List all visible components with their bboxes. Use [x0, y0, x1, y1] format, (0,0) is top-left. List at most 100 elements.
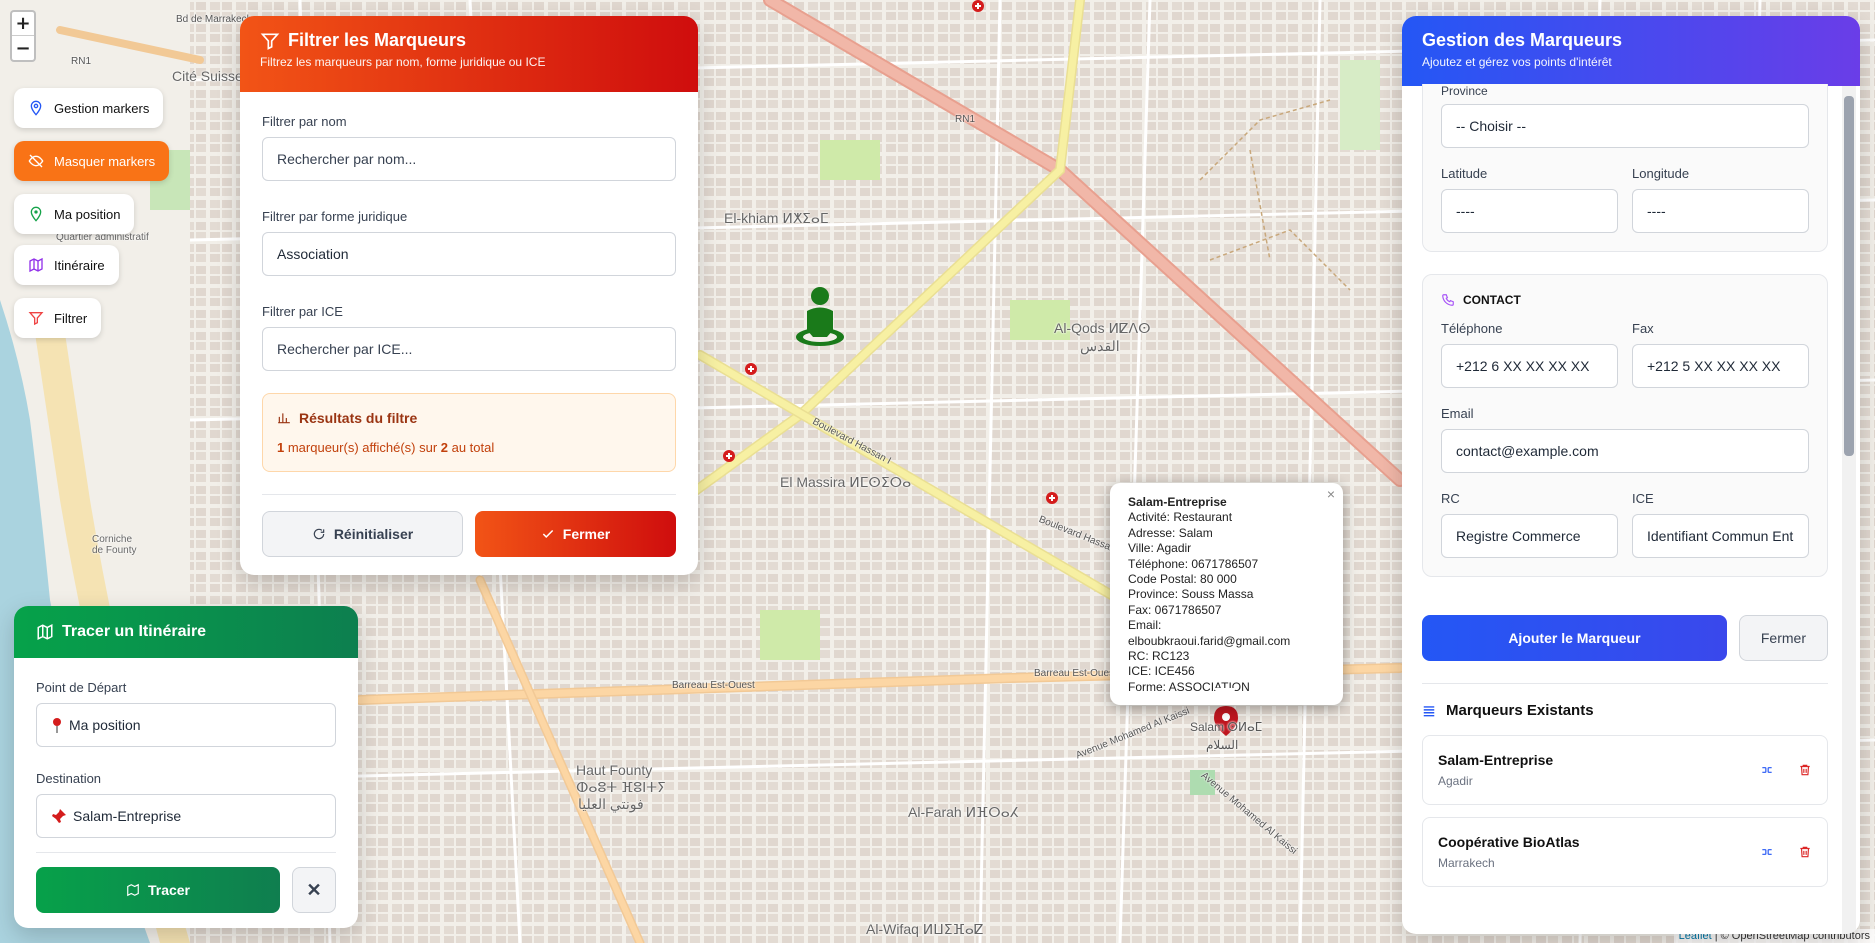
location-card: Province -- Choisir -- Latitude ---- Lon…: [1422, 84, 1828, 252]
filter-name-input[interactable]: Rechercher par nom...: [262, 137, 676, 181]
popup-line: Activité: Restaurant: [1128, 510, 1233, 525]
popup-line: Ville: Agadir: [1128, 541, 1192, 556]
map-label: Barreau Est-Ouest: [1034, 668, 1117, 679]
results-text-end: au total: [448, 440, 495, 455]
longitude-label: Longitude: [1632, 166, 1690, 181]
map-icon: [29, 257, 43, 273]
button-label: Gestion markers: [54, 100, 150, 116]
add-marker-button[interactable]: Ajouter le Marqueur: [1422, 615, 1727, 661]
results-title: Résultats du filtre: [299, 410, 418, 426]
filtrer-button[interactable]: Filtrer: [14, 298, 102, 338]
trace-label: Tracer: [147, 882, 191, 898]
fax-input[interactable]: +212 5 XX XX XX XX: [1632, 344, 1809, 388]
marker-item-name: Coopérative BioAtlas: [1438, 834, 1580, 850]
ice-label: ICE: [1632, 491, 1654, 506]
map-label: Cité Suisse: [172, 68, 243, 84]
map-label: RN1: [71, 56, 92, 67]
map-label: ⵀⴰⵓⵜ ⴼⵓⵏⵜⵢ: [576, 779, 666, 795]
map-label: السلام: [1206, 738, 1239, 752]
route-icon[interactable]: [1760, 763, 1774, 777]
bar-chart-icon: [278, 413, 290, 424]
ma-position-button[interactable]: Ma position: [14, 194, 135, 234]
marker-list-item[interactable]: Coopérative BioAtlas Marrakech: [1422, 817, 1828, 887]
itineraire-button[interactable]: Itinéraire: [14, 245, 119, 285]
fax-label: Fax: [1632, 321, 1654, 336]
longitude-input[interactable]: ----: [1632, 189, 1809, 233]
zoom-in-button[interactable]: +: [12, 12, 34, 36]
start-label: Point de Départ: [36, 680, 127, 695]
gestion-markers-button[interactable]: Gestion markers: [14, 88, 164, 128]
email-input[interactable]: contact@example.com: [1441, 429, 1809, 473]
close-markers-button[interactable]: Fermer: [1738, 615, 1828, 661]
rc-label: RC: [1441, 491, 1460, 506]
location-icon: [30, 206, 42, 222]
marker-item-name: Salam-Entreprise: [1438, 752, 1554, 768]
map-label: El Massira ⵍⵎⵙⵉⵔⴰ: [780, 474, 912, 490]
filter-panel: Filtrer les Marqueurs Filtrez les marque…: [240, 16, 698, 575]
filter-ice-label: Filtrer par ICE: [262, 304, 343, 319]
trash-icon[interactable]: [1798, 845, 1812, 859]
contact-card: CONTACT Téléphone +212 6 XX XX XX XX Fax…: [1422, 274, 1828, 577]
map-label: El-khiam ⵍⵅⵉⴰⵎ: [724, 210, 829, 226]
itinerary-title: Tracer un Itinéraire: [62, 623, 207, 640]
trash-icon[interactable]: [1798, 763, 1812, 777]
ice-input[interactable]: Identifiant Commun Ent: [1632, 514, 1809, 558]
popup-tip: [1213, 688, 1237, 700]
province-label: Province: [1441, 84, 1488, 98]
filter-icon: [28, 312, 44, 326]
map-label: Al-Qods ⵍⵇⴷⵙ: [1054, 320, 1151, 336]
list-icon: [1423, 705, 1435, 716]
province-select[interactable]: -- Choisir --: [1441, 104, 1809, 148]
filter-forme-select[interactable]: Association: [262, 232, 676, 276]
marker-popup: × Salam-Entreprise Activité: Restaurant …: [1110, 483, 1343, 706]
latitude-input[interactable]: ----: [1441, 189, 1618, 233]
filter-panel-header: Filtrer les Marqueurs Filtrez les marque…: [240, 16, 698, 92]
popup-close-button[interactable]: ×: [1327, 486, 1335, 502]
popup-title: Salam-Entreprise: [1128, 495, 1227, 509]
markers-panel-header: Gestion des Marqueurs Ajoutez et gérez v…: [1402, 16, 1860, 86]
results-total-count: 2: [440, 440, 448, 455]
map-label: Corniche de Founty: [92, 534, 137, 556]
popup-line: Téléphone: 0671786507: [1128, 556, 1259, 571]
button-label: Masquer markers: [54, 153, 156, 169]
close-filter-button[interactable]: Fermer: [475, 511, 676, 557]
route-icon[interactable]: [1760, 845, 1774, 859]
telephone-input[interactable]: +212 6 XX XX XX XX: [1441, 344, 1618, 388]
trace-button[interactable]: Tracer: [36, 867, 280, 913]
zoom-control: + −: [10, 10, 36, 62]
pin-icon: [52, 809, 66, 823]
marker-list-item[interactable]: Salam-Entreprise Agadir: [1422, 735, 1828, 805]
popup-line: ICE: ICE456: [1128, 664, 1195, 679]
filter-name-label: Filtrer par nom: [262, 114, 347, 129]
zoom-out-button[interactable]: −: [12, 36, 34, 60]
start-value: Ma position: [69, 717, 141, 733]
map-label: Al-Farah ⵍⴼⵔⴰⵃ: [908, 804, 1019, 820]
filter-results-box: Résultats du filtre 1 marqueur(s) affich…: [262, 393, 676, 472]
map-pin-icon: [30, 100, 42, 116]
filter-ice-input[interactable]: Rechercher par ICE...: [262, 327, 676, 371]
reset-filter-button[interactable]: Réinitialiser: [262, 511, 463, 557]
close-itinerary-button[interactable]: ✕: [292, 867, 336, 913]
popup-line: RC: RC123: [1128, 649, 1190, 664]
itinerary-panel: Tracer un Itinéraire Point de Départ Ma …: [14, 606, 358, 928]
refresh-icon: [313, 528, 325, 540]
results-text: marqueur(s) affiché(s) sur: [284, 440, 441, 455]
pushpin-icon: [53, 718, 61, 733]
map-label: RN1: [955, 114, 976, 125]
button-label: Filtrer: [54, 310, 88, 326]
phone-icon: [1442, 294, 1454, 306]
marker-item-city: Agadir: [1438, 774, 1473, 788]
popup-line: Code Postal: 80 000: [1128, 572, 1237, 587]
filter-forme-label: Filtrer par forme juridique: [262, 209, 408, 224]
markers-panel: Gestion des Marqueurs Ajoutez et gérez v…: [1402, 16, 1860, 934]
destination-select[interactable]: Salam-Entreprise: [36, 794, 336, 838]
check-icon: [542, 529, 553, 538]
telephone-label: Téléphone: [1441, 321, 1503, 336]
start-select[interactable]: Ma position: [36, 703, 336, 747]
popup-line: Adresse: Salam: [1128, 525, 1213, 540]
close-label: Fermer: [562, 526, 611, 542]
destination-label: Destination: [36, 771, 102, 786]
rc-input[interactable]: Registre Commerce: [1441, 514, 1618, 558]
popup-line: Fax: 0671786507: [1128, 602, 1222, 617]
masquer-markers-button[interactable]: Masquer markers: [14, 141, 170, 181]
